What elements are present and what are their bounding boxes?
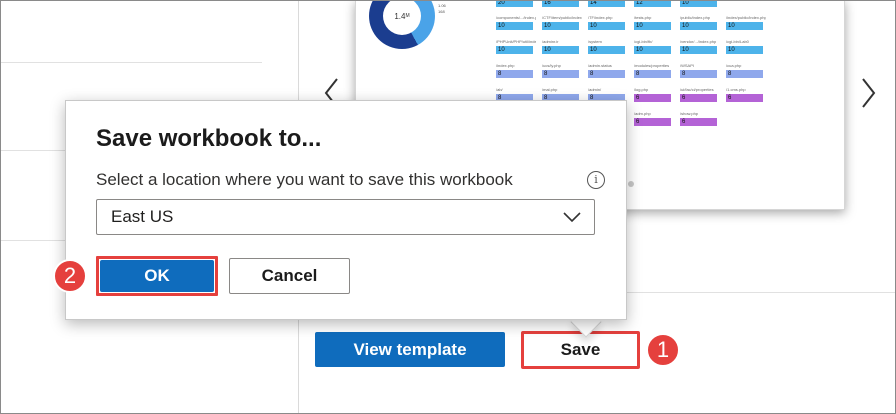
save-button[interactable]: Save <box>521 331 640 369</box>
tile: 20 <box>496 1 533 7</box>
divider <box>0 62 262 63</box>
tile-label: /tests.php <box>634 15 652 20</box>
tile: 10 <box>680 1 717 7</box>
tile: 10 <box>496 46 533 54</box>
tile-label: /cua.php <box>726 63 742 68</box>
tile-label: /ucs/ly.php <box>542 63 561 68</box>
tile: 10 <box>542 46 579 54</box>
tile: 6 <box>634 94 671 102</box>
tile-label: /mal.php <box>542 87 558 92</box>
tile: 10 <box>726 46 763 54</box>
cancel-button[interactable]: Cancel <box>229 258 350 294</box>
carousel-dot[interactable] <box>628 181 634 187</box>
tile-label: /components/.../index.php <box>496 15 536 20</box>
tile: 8 <box>726 70 763 78</box>
ok-button[interactable]: OK <box>100 260 214 292</box>
tile: 6 <box>726 94 763 102</box>
tile: 8 <box>542 70 579 78</box>
donut-unit: M <box>405 13 410 19</box>
tile: 6 <box>680 94 717 102</box>
tile-label: /system <box>588 39 602 44</box>
location-value: East US <box>111 207 174 226</box>
tile: 10 <box>726 22 763 30</box>
donut-value: 1.4 <box>394 11 406 21</box>
tile-label: /admin.status <box>588 63 612 68</box>
dialog-title: Save workbook to... <box>96 125 322 152</box>
tile-label: /index/public/index.php <box>726 15 766 20</box>
tile: 6 <box>680 118 717 126</box>
location-dropdown[interactable]: East US <box>96 199 595 235</box>
tile-label: /PHPUnit/PHP/util/index.php <box>496 39 536 44</box>
tile: 10 <box>634 22 671 30</box>
chevron-right-icon[interactable] <box>858 76 878 110</box>
step-badge-2: 2 <box>53 259 87 293</box>
tile: 8 <box>588 70 625 78</box>
tile: 14 <box>588 1 625 7</box>
tile-label: /WSAPI <box>680 63 695 68</box>
donut-chart: 1.4 M <box>369 1 435 49</box>
tile: 10 <box>588 22 625 30</box>
tile: 6 <box>634 118 671 126</box>
tile: 8 <box>680 70 717 78</box>
tile: 8 <box>634 70 671 78</box>
tile: 8 <box>496 70 533 78</box>
tile-label: /1.cms.php <box>726 87 746 92</box>
tile-label: /adminr.ir <box>542 39 559 44</box>
tile: 10 <box>634 46 671 54</box>
tile: 10 <box>680 46 717 54</box>
tile-label: /admin/ <box>588 87 602 92</box>
tile-label: /CTF/item/public/index.p <box>542 15 582 20</box>
tile-label: /adm.php <box>634 111 651 116</box>
tile-label: /vendor/.../index.php <box>680 39 717 44</box>
tile-label: /public/index.php <box>680 15 711 20</box>
tile: 10 <box>680 22 717 30</box>
legend-item: 168 <box>438 9 445 14</box>
tile: 10 <box>542 22 579 30</box>
view-template-button[interactable]: View template <box>315 332 505 367</box>
tile: 10 <box>588 46 625 54</box>
tile-label: /ui/fac/ci/properties <box>680 87 714 92</box>
tile-label: /index.php <box>496 63 515 68</box>
tile-label: /modules/properties <box>634 63 670 68</box>
tile: 10 <box>496 22 533 30</box>
tile-label: /cgi-bin/fb/ <box>634 39 653 44</box>
tile-label: /log.php <box>634 87 649 92</box>
info-icon[interactable]: i <box>587 171 605 189</box>
save-workbook-dialog: Save workbook to... Select a location wh… <box>65 100 627 320</box>
tile: 12 <box>634 1 671 7</box>
location-label: Select a location where you want to save… <box>96 170 513 189</box>
tile-label: /show.php <box>680 111 699 116</box>
tile-label: /TF/index.php <box>588 15 613 20</box>
divider <box>626 292 896 293</box>
tile-label: /cgi-bin/Lab0 <box>726 39 749 44</box>
chevron-down-icon <box>563 212 581 223</box>
tile: 16 <box>542 1 579 7</box>
step-badge-1: 1 <box>646 333 680 367</box>
tile-label: /ab/ <box>496 87 503 92</box>
donut-legend: 1.06 168 <box>438 3 446 15</box>
